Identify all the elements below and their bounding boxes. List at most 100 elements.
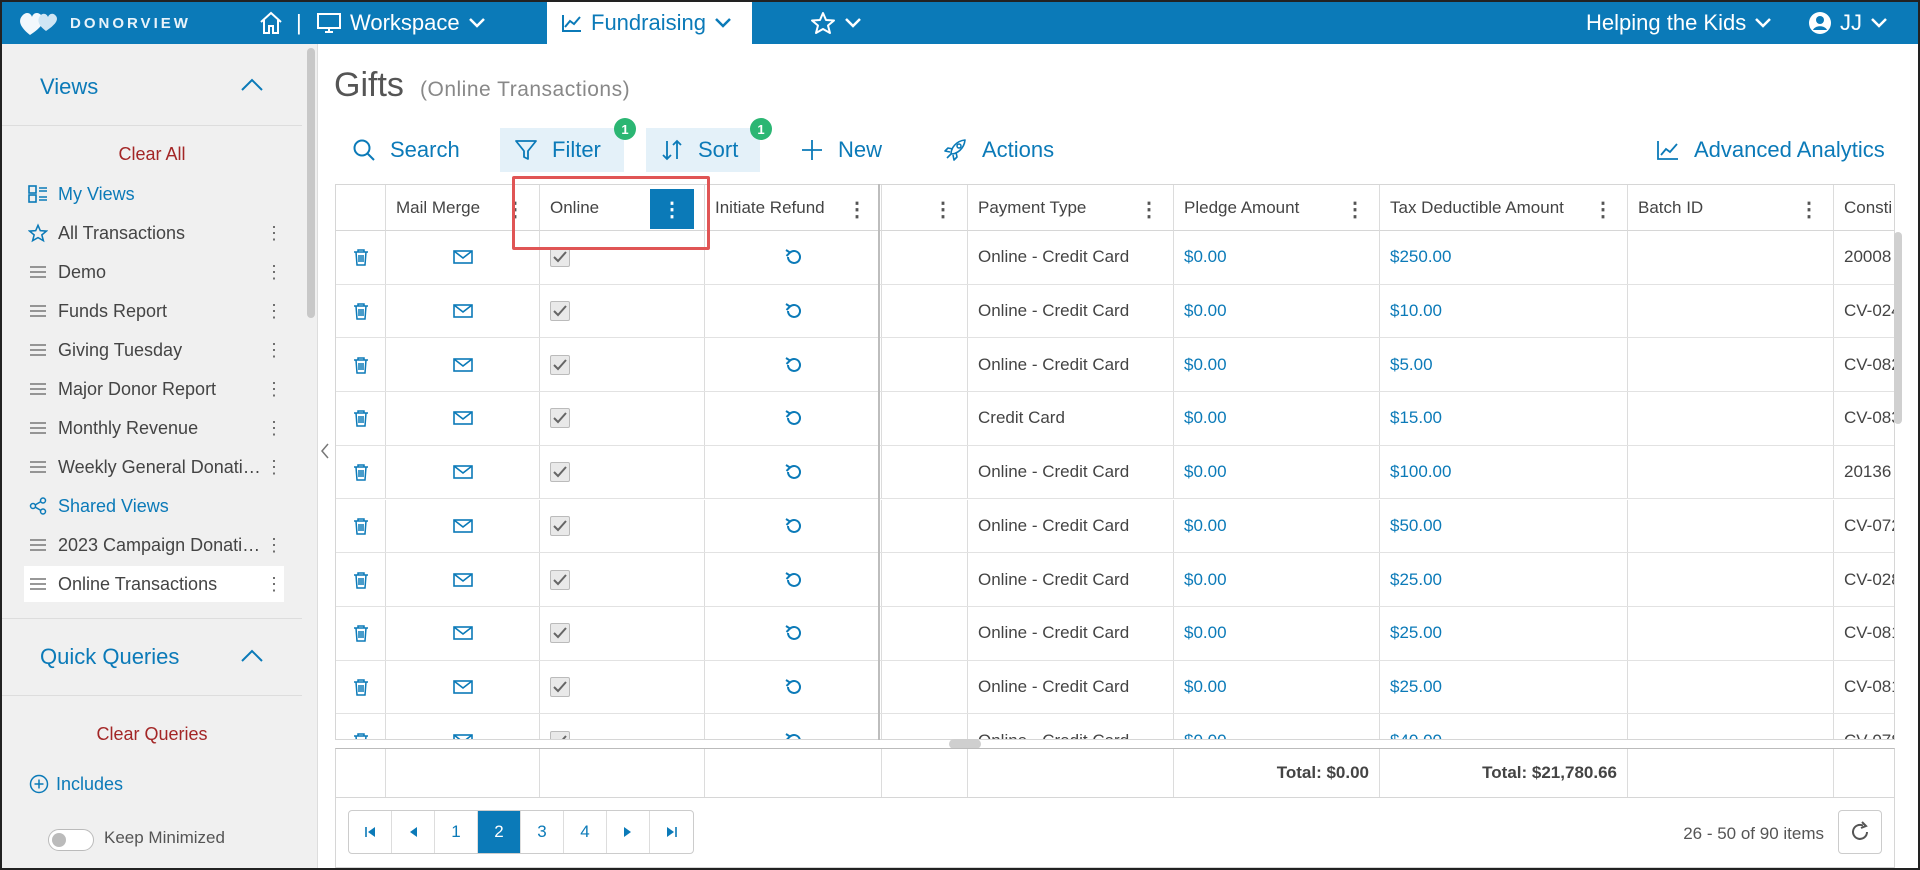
online-checkbox[interactable] [550, 730, 570, 739]
sidebar-item-all-transactions[interactable]: All Transactions ⋮ [24, 215, 284, 251]
delete-row-button[interactable] [336, 445, 386, 499]
fundraising-menu[interactable]: Fundraising [547, 2, 752, 44]
pledge-amount-cell[interactable]: $0.00 [1174, 499, 1380, 553]
initiate-refund-button[interactable] [705, 553, 882, 606]
tax-deductible-cell[interactable]: $40.00 [1380, 714, 1628, 739]
user-menu[interactable]: JJ [1808, 2, 1888, 44]
mail-merge-button[interactable] [386, 231, 540, 284]
pledge-amount-cell[interactable]: $0.00 [1174, 606, 1380, 660]
sidebar-scrollbar[interactable] [307, 48, 315, 318]
column-header-initiate-refund[interactable]: Initiate Refund ⋮ [705, 185, 882, 231]
clear-queries-link[interactable]: Clear Queries [2, 724, 302, 745]
sidebar-item-demo[interactable]: Demo ⋮ [24, 254, 284, 290]
initiate-refund-button[interactable] [705, 392, 882, 445]
sidebar-item-giving-tuesday[interactable]: Giving Tuesday ⋮ [24, 332, 284, 368]
favorites-menu[interactable] [810, 2, 862, 44]
organization-menu[interactable]: Helping the Kids [1586, 2, 1772, 44]
sidebar-item-weekly-general-donations[interactable]: Weekly General Donations ⋮ [24, 449, 284, 485]
pledge-amount-cell[interactable]: $0.00 [1174, 231, 1380, 284]
sidebar-item-2023-campaign-donations[interactable]: 2023 Campaign Donations ⋮ [24, 527, 284, 563]
new-button[interactable]: New [786, 128, 896, 172]
column-header-tax-deductible-amount[interactable]: Tax Deductible Amount ⋮ [1380, 185, 1628, 231]
table-row[interactable]: Online - Credit Card $0.00 $250.00 20008 [336, 231, 1894, 285]
delete-row-button[interactable] [336, 499, 386, 553]
mail-merge-button[interactable] [386, 606, 540, 660]
kebab-menu-icon[interactable]: ⋮ [264, 301, 284, 322]
kebab-menu-icon[interactable]: ⋮ [264, 574, 284, 595]
table-row[interactable]: Credit Card$0.00$15.00 CV-083 [336, 392, 1894, 446]
online-checkbox[interactable] [550, 676, 570, 697]
first-page-button[interactable] [349, 811, 392, 853]
vertical-scrollbar[interactable] [1894, 232, 1902, 424]
mail-merge-button[interactable] [386, 338, 540, 392]
pledge-amount-cell[interactable]: $0.00 [1174, 392, 1380, 445]
advanced-analytics-button[interactable]: Advanced Analytics [1642, 128, 1899, 172]
pledge-amount-cell[interactable]: $0.00 [1174, 338, 1380, 392]
column-menu-icon[interactable]: ⋮ [1799, 197, 1819, 222]
sort-button[interactable]: Sort 1 [646, 118, 772, 172]
column-menu-icon[interactable]: ⋮ [933, 197, 953, 222]
table-row[interactable]: Online - Credit Card$0.00$25.00 CV-081 [336, 606, 1894, 661]
table-row[interactable]: Online - Credit Card $0.00 $100.00 20136 [336, 445, 1894, 500]
table-row[interactable]: Online - Credit Card$0.00$25.00 CV-081 [336, 660, 1894, 715]
delete-row-button[interactable] [336, 553, 386, 606]
chevron-up-icon[interactable] [240, 76, 264, 92]
column-header-constituent[interactable]: Consti [1834, 185, 1894, 231]
column-menu-icon[interactable]: ⋮ [505, 197, 525, 222]
table-row[interactable]: Online - Credit Card$0.00$10.00 CV-024 [336, 284, 1894, 339]
column-header-pledge-amount[interactable]: Pledge Amount ⋮ [1174, 185, 1380, 231]
initiate-refund-button[interactable] [705, 660, 882, 714]
kebab-menu-icon[interactable]: ⋮ [264, 223, 284, 244]
mail-merge-button[interactable] [386, 392, 540, 445]
kebab-menu-icon[interactable]: ⋮ [264, 340, 284, 361]
initiate-refund-button[interactable] [705, 606, 882, 660]
mail-merge-button[interactable] [386, 660, 540, 714]
sidebar-item-monthly-revenue[interactable]: Monthly Revenue ⋮ [24, 410, 284, 446]
next-page-button[interactable] [607, 811, 650, 853]
filter-button[interactable]: Filter 1 [500, 118, 636, 172]
column-header-batch-id[interactable]: Batch ID ⋮ [1628, 185, 1834, 231]
page-button-1[interactable]: 1 [435, 811, 478, 853]
column-header-payment-type[interactable]: Payment Type ⋮ [968, 185, 1174, 231]
my-views-link[interactable]: My Views [24, 176, 284, 212]
views-section-header[interactable]: Views [2, 48, 302, 126]
search-button[interactable]: Search [338, 128, 474, 172]
tax-deductible-cell[interactable]: $10.00 [1380, 284, 1628, 338]
online-checkbox[interactable] [550, 247, 570, 268]
pledge-amount-cell[interactable]: $0.00 [1174, 660, 1380, 714]
pledge-amount-cell[interactable]: $0.00 [1174, 553, 1380, 606]
delete-row-button[interactable] [336, 392, 386, 445]
delete-row-button[interactable] [336, 231, 386, 284]
kebab-menu-icon[interactable]: ⋮ [264, 457, 284, 478]
tax-deductible-cell[interactable]: $25.00 [1380, 660, 1628, 714]
kebab-menu-icon[interactable]: ⋮ [264, 418, 284, 439]
table-row[interactable]: Online - Credit Card$0.00$40.00 CV-078 [336, 714, 1894, 739]
mail-merge-button[interactable] [386, 284, 540, 338]
kebab-menu-icon[interactable]: ⋮ [264, 379, 284, 400]
tax-deductible-cell[interactable]: $25.00 [1380, 606, 1628, 660]
collapse-sidebar-handle[interactable] [318, 442, 332, 472]
quick-queries-section-header[interactable]: Quick Queries [2, 618, 302, 696]
delete-row-button[interactable] [336, 714, 386, 739]
delete-row-button[interactable] [336, 660, 386, 714]
clear-all-link[interactable]: Clear All [2, 144, 302, 165]
initiate-refund-button[interactable] [705, 499, 882, 553]
table-row[interactable]: Online - Credit Card$0.00$25.00 CV-028 [336, 553, 1894, 607]
refresh-button[interactable] [1838, 810, 1882, 854]
pledge-amount-cell[interactable]: $0.00 [1174, 445, 1380, 499]
table-row[interactable]: Online - Credit Card$0.00$50.00 CV-072 [336, 499, 1894, 554]
column-menu-icon[interactable]: ⋮ [650, 189, 694, 229]
tax-deductible-cell[interactable]: $250.00 [1380, 231, 1628, 284]
initiate-refund-button[interactable] [705, 284, 882, 338]
mail-merge-button[interactable] [386, 714, 540, 739]
pledge-amount-cell[interactable]: $0.00 [1174, 284, 1380, 338]
sidebar-item-funds-report[interactable]: Funds Report ⋮ [24, 293, 284, 329]
mail-merge-button[interactable] [386, 445, 540, 499]
pledge-amount-cell[interactable]: $0.00 [1174, 714, 1380, 739]
initiate-refund-button[interactable] [705, 338, 882, 392]
tax-deductible-cell[interactable]: $15.00 [1380, 392, 1628, 445]
kebab-menu-icon[interactable]: ⋮ [264, 262, 284, 283]
online-checkbox[interactable] [550, 462, 570, 483]
column-menu-icon[interactable]: ⋮ [1345, 197, 1365, 222]
mail-merge-button[interactable] [386, 553, 540, 606]
